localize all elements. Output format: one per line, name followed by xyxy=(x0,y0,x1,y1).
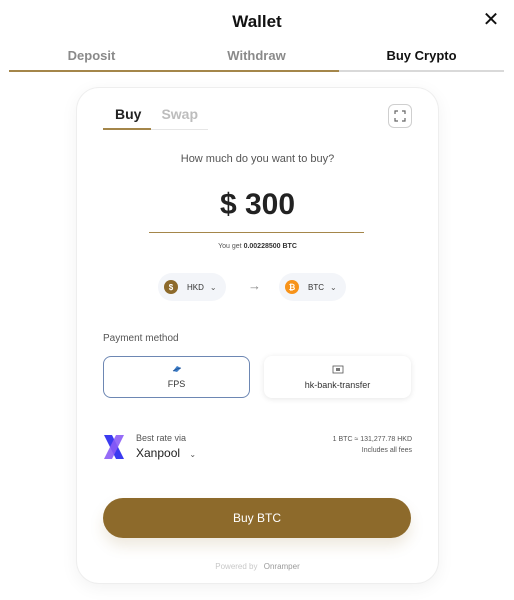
payment-option-bank-transfer[interactable]: hk-bank-transfer xyxy=(264,356,411,398)
wallet-tabs: Deposit Withdraw Buy Crypto xyxy=(9,44,504,72)
you-get-value: 0.00228500 BTC xyxy=(243,243,297,250)
you-get-prefix: You get xyxy=(218,243,242,250)
exchange-rate: 1 BTC ≈ 131,277.78 HKD xyxy=(332,436,412,443)
widget-subtabs: Buy Swap xyxy=(103,104,209,130)
provider-name: Xanpool xyxy=(136,446,181,460)
subtab-swap[interactable]: Swap xyxy=(151,104,209,130)
from-currency-select[interactable]: $ HKD ⌄ xyxy=(158,273,226,301)
powered-by-label: Powered by xyxy=(215,562,258,571)
btc-coin-icon: ₿ xyxy=(285,280,299,294)
best-rate-label: Best rate via xyxy=(136,433,187,443)
onramper-widget: Buy Swap How much do you want to buy? $ … xyxy=(77,88,438,583)
amount-input[interactable]: $ 300 xyxy=(77,188,438,222)
tab-buy-crypto[interactable]: Buy Crypto xyxy=(339,44,504,72)
payment-option-fps[interactable]: FPS xyxy=(103,356,250,398)
hkd-coin-icon: $ xyxy=(164,280,178,294)
payment-method-label: Payment method xyxy=(103,333,179,344)
xanpool-logo xyxy=(104,435,124,459)
modal-title: Wallet xyxy=(232,12,282,31)
subtab-buy[interactable]: Buy xyxy=(103,104,152,130)
powered-by: Powered by Onramper xyxy=(77,562,438,571)
from-currency-code: HKD xyxy=(187,282,204,292)
rate-info: 1 BTC ≈ 131,277.78 HKD Includes all fees xyxy=(333,434,412,456)
wallet-modal: Wallet ✕ Deposit Withdraw Buy Crypto Buy… xyxy=(0,0,514,600)
arrow-right-icon: → xyxy=(248,278,261,293)
to-currency-select[interactable]: ₿ BTC ⌄ xyxy=(279,273,346,301)
fees-note: Includes all fees xyxy=(361,447,412,454)
expand-button[interactable] xyxy=(388,104,412,128)
bank-icon xyxy=(332,365,343,373)
provider-select[interactable]: Xanpool ⌄ xyxy=(136,446,196,460)
payment-option-label: FPS xyxy=(167,379,186,389)
close-icon[interactable]: ✕ xyxy=(482,10,500,30)
payment-option-label: hk-bank-transfer xyxy=(304,379,371,390)
you-get-text: You get 0.00228500 BTC xyxy=(77,243,438,250)
fps-icon xyxy=(172,366,181,372)
chevron-down-icon: ⌄ xyxy=(209,282,217,292)
tab-deposit[interactable]: Deposit xyxy=(9,44,174,70)
to-currency-code: BTC xyxy=(308,282,324,292)
amount-underline xyxy=(149,232,364,233)
tab-withdraw[interactable]: Withdraw xyxy=(174,44,339,70)
chevron-down-icon: ⌄ xyxy=(330,282,337,292)
buy-btc-button[interactable]: Buy BTC xyxy=(103,498,411,538)
expand-icon xyxy=(394,110,406,122)
chevron-down-icon: ⌄ xyxy=(189,450,197,459)
onramper-brand[interactable]: Onramper xyxy=(264,562,300,571)
amount-question: How much do you want to buy? xyxy=(180,153,335,165)
